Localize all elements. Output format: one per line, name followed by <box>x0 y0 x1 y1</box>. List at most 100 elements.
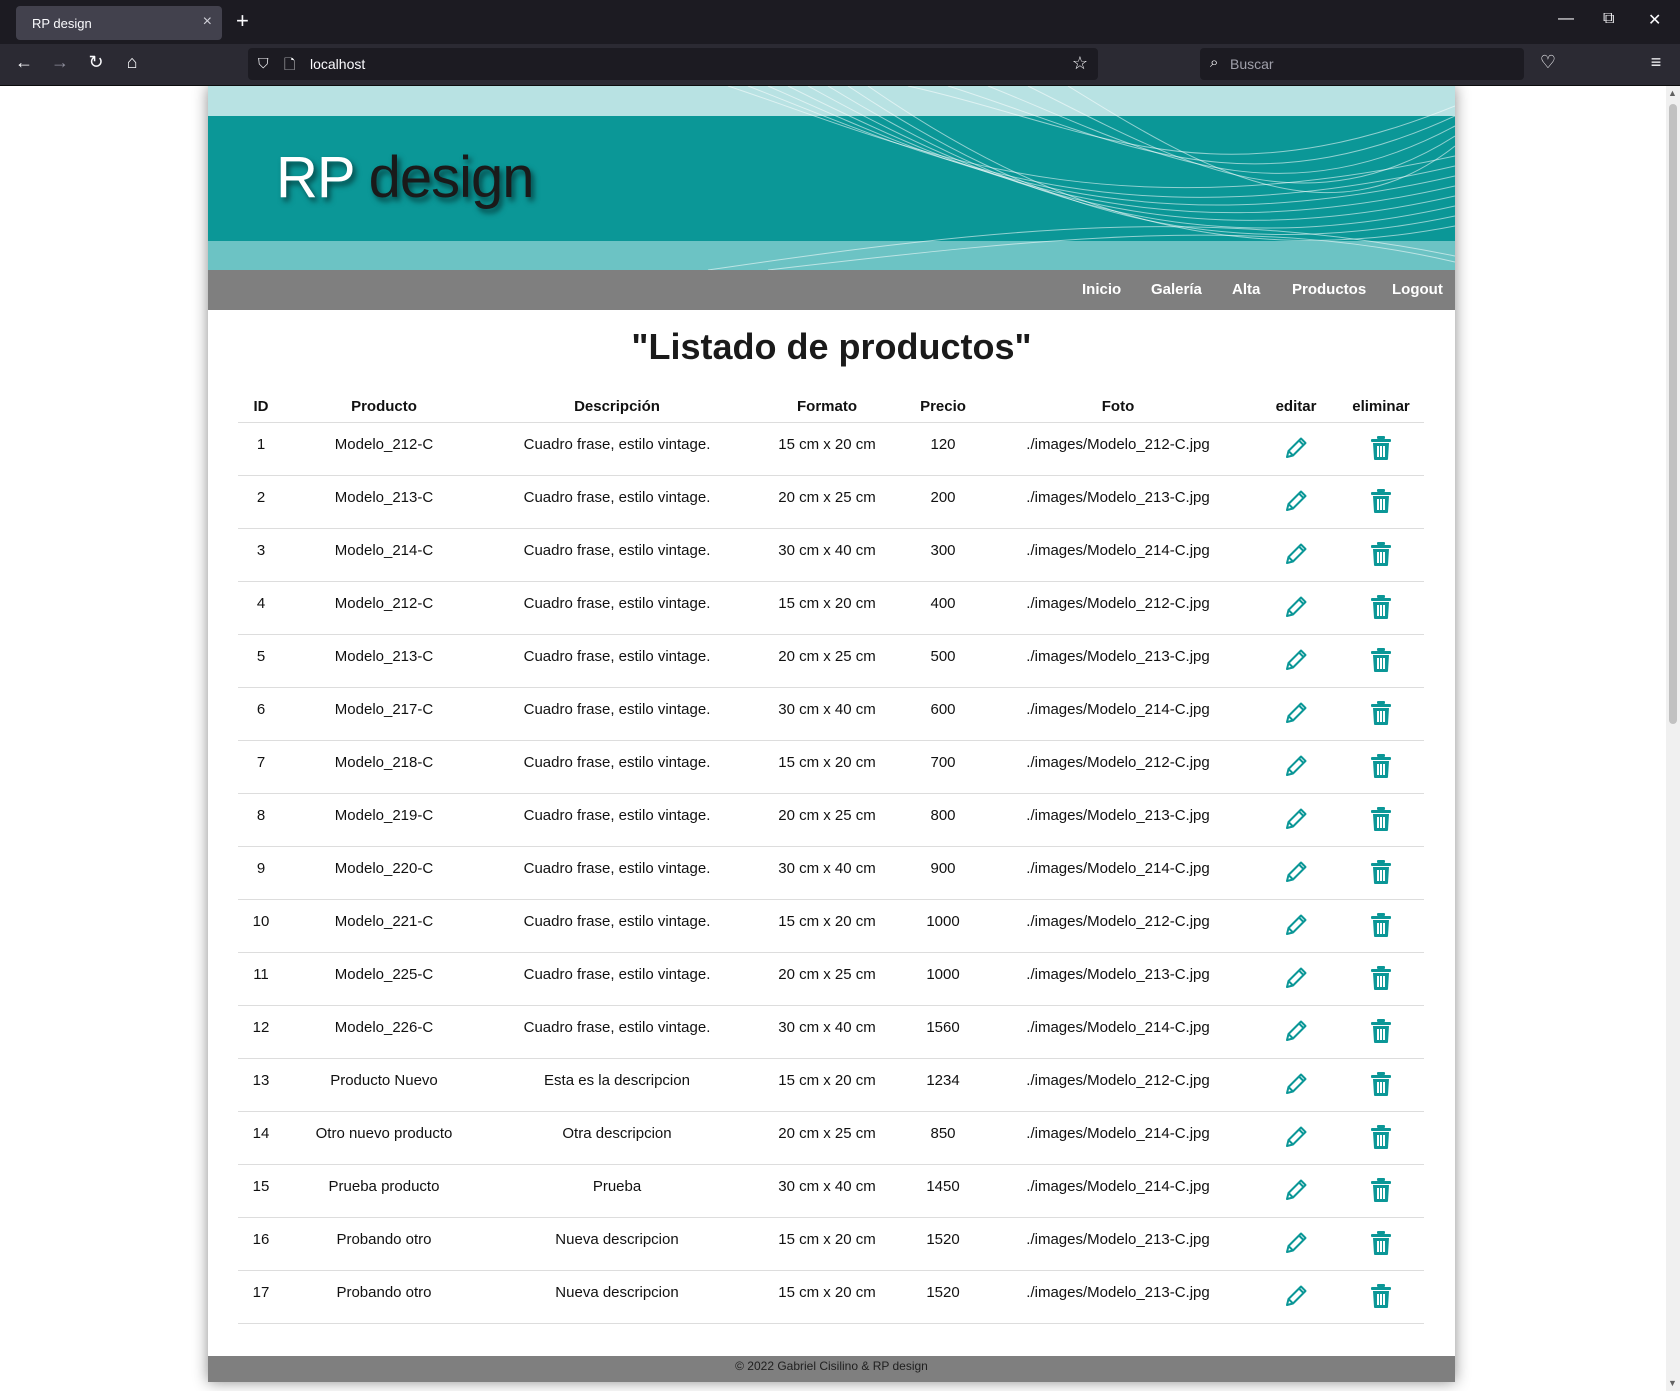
trash-icon[interactable] <box>1370 1177 1392 1207</box>
trash-icon[interactable] <box>1370 700 1392 730</box>
cell-editar <box>1254 846 1338 900</box>
table-row: 15 Prueba producto Prueba 30 cm x 40 cm 1450… <box>238 1164 1424 1218</box>
pencil-icon[interactable] <box>1283 806 1309 836</box>
cell-foto: ./images/Modelo_212-C.jpg <box>982 899 1254 953</box>
col-foto: Foto <box>982 392 1254 423</box>
nav-alta[interactable]: Alta <box>1232 281 1260 298</box>
tab-close-icon[interactable]: × <box>203 13 212 31</box>
home-icon[interactable]: ⌂ <box>120 52 144 73</box>
brand-design: design <box>353 145 535 210</box>
table-row: 5 Modelo_213-C Cuadro frase, estilo vintag… <box>238 634 1424 688</box>
cell-foto: ./images/Modelo_213-C.jpg <box>982 475 1254 529</box>
cell-foto: ./images/Modelo_212-C.jpg <box>982 581 1254 635</box>
trash-icon[interactable] <box>1370 594 1392 624</box>
table-row: 12 Modelo_226-C Cuadro frase, estilo vinta… <box>238 1005 1424 1059</box>
products-table: ID Producto Descripción Formato Precio F… <box>238 392 1424 1324</box>
trash-icon[interactable] <box>1370 806 1392 836</box>
back-icon[interactable]: ← <box>12 52 36 73</box>
cell-foto: ./images/Modelo_214-C.jpg <box>982 687 1254 741</box>
trash-icon[interactable] <box>1370 753 1392 783</box>
cell-formato: 20 cm x 25 cm <box>750 475 904 529</box>
cell-editar <box>1254 581 1338 635</box>
shield-icon[interactable]: ⛉ <box>258 55 269 72</box>
cell-precio: 1000 <box>904 952 982 1006</box>
cell-eliminar <box>1338 475 1424 529</box>
trash-icon[interactable] <box>1370 1283 1392 1313</box>
site-nav: Inicio Galería Alta Productos Logout <box>208 270 1455 310</box>
pencil-icon[interactable] <box>1283 435 1309 465</box>
cell-descripcion: Cuadro frase, estilo vintage. <box>484 422 750 476</box>
pencil-icon[interactable] <box>1283 912 1309 942</box>
pencil-icon[interactable] <box>1283 753 1309 783</box>
cell-producto: Modelo_219-C <box>284 793 484 847</box>
cell-descripcion: Cuadro frase, estilo vintage. <box>484 899 750 953</box>
new-tab-button[interactable]: + <box>236 8 249 34</box>
close-window-icon[interactable]: ✕ <box>1648 10 1661 30</box>
cell-producto: Modelo_225-C <box>284 952 484 1006</box>
page-scrollbar[interactable]: ▲ ▼ <box>1666 86 1680 1391</box>
cell-producto: Modelo_213-C <box>284 634 484 688</box>
url-text[interactable]: localhost <box>310 56 365 72</box>
reload-icon[interactable]: ↻ <box>84 52 108 73</box>
pencil-icon[interactable] <box>1283 965 1309 995</box>
cell-eliminar <box>1338 1270 1424 1324</box>
col-descripcion: Descripción <box>484 392 750 423</box>
cell-precio: 200 <box>904 475 982 529</box>
trash-icon[interactable] <box>1370 1071 1392 1101</box>
table-row: 2 Modelo_213-C Cuadro frase, estilo vintag… <box>238 475 1424 529</box>
menu-icon[interactable]: ≡ <box>1644 52 1668 73</box>
cell-descripcion: Cuadro frase, estilo vintage. <box>484 952 750 1006</box>
cell-editar <box>1254 1005 1338 1059</box>
trash-icon[interactable] <box>1370 965 1392 995</box>
trash-icon[interactable] <box>1370 859 1392 889</box>
nav-inicio[interactable]: Inicio <box>1082 281 1121 298</box>
nav-productos[interactable]: Productos <box>1292 281 1366 298</box>
minimize-icon[interactable]: — <box>1558 10 1574 28</box>
forward-icon[interactable]: → <box>48 52 72 73</box>
pencil-icon[interactable] <box>1283 1177 1309 1207</box>
pencil-icon[interactable] <box>1283 488 1309 518</box>
pencil-icon[interactable] <box>1283 1230 1309 1260</box>
browser-tab[interactable]: RP design × <box>16 6 222 40</box>
pencil-icon[interactable] <box>1283 859 1309 889</box>
bookmark-star-icon[interactable]: ☆ <box>1072 53 1088 74</box>
nav-galeria[interactable]: Galería <box>1151 281 1202 298</box>
trash-icon[interactable] <box>1370 912 1392 942</box>
trash-icon[interactable] <box>1370 647 1392 677</box>
page-title: "Listado de productos" <box>631 326 1032 367</box>
cell-precio: 300 <box>904 528 982 582</box>
nav-logout[interactable]: Logout <box>1392 281 1443 298</box>
search-input[interactable]: ⌕ Buscar <box>1200 48 1524 80</box>
cell-id: 3 <box>238 528 284 582</box>
scrollbar-thumb[interactable] <box>1669 104 1677 724</box>
scroll-up-icon[interactable]: ▲ <box>1668 88 1677 98</box>
trash-icon[interactable] <box>1370 1018 1392 1048</box>
restore-icon[interactable]: ⧉ <box>1603 10 1614 28</box>
trash-icon[interactable] <box>1370 541 1392 571</box>
cell-editar <box>1254 952 1338 1006</box>
pencil-icon[interactable] <box>1283 1283 1309 1313</box>
site-footer: © 2022 Gabriel Cisilino & RP design <box>208 1356 1455 1382</box>
trash-icon[interactable] <box>1370 1124 1392 1154</box>
address-bar[interactable]: ⛉ 🗋 localhost ☆ <box>248 48 1098 80</box>
trash-icon[interactable] <box>1370 1230 1392 1260</box>
pencil-icon[interactable] <box>1283 1124 1309 1154</box>
pencil-icon[interactable] <box>1283 541 1309 571</box>
cell-precio: 1000 <box>904 899 982 953</box>
trash-icon[interactable] <box>1370 435 1392 465</box>
scroll-down-icon[interactable]: ▼ <box>1668 1378 1677 1388</box>
pocket-icon[interactable]: ♡ <box>1536 52 1560 73</box>
pencil-icon[interactable] <box>1283 700 1309 730</box>
brand-logo[interactable]: RP design <box>276 144 535 211</box>
table-header-row: ID Producto Descripción Formato Precio F… <box>238 392 1424 423</box>
pencil-icon[interactable] <box>1283 594 1309 624</box>
pencil-icon[interactable] <box>1283 647 1309 677</box>
pencil-icon[interactable] <box>1283 1018 1309 1048</box>
cell-eliminar <box>1338 1164 1424 1218</box>
cell-precio: 700 <box>904 740 982 794</box>
cell-formato: 20 cm x 25 cm <box>750 952 904 1006</box>
cell-formato: 15 cm x 20 cm <box>750 581 904 635</box>
cell-formato: 30 cm x 40 cm <box>750 687 904 741</box>
trash-icon[interactable] <box>1370 488 1392 518</box>
pencil-icon[interactable] <box>1283 1071 1309 1101</box>
